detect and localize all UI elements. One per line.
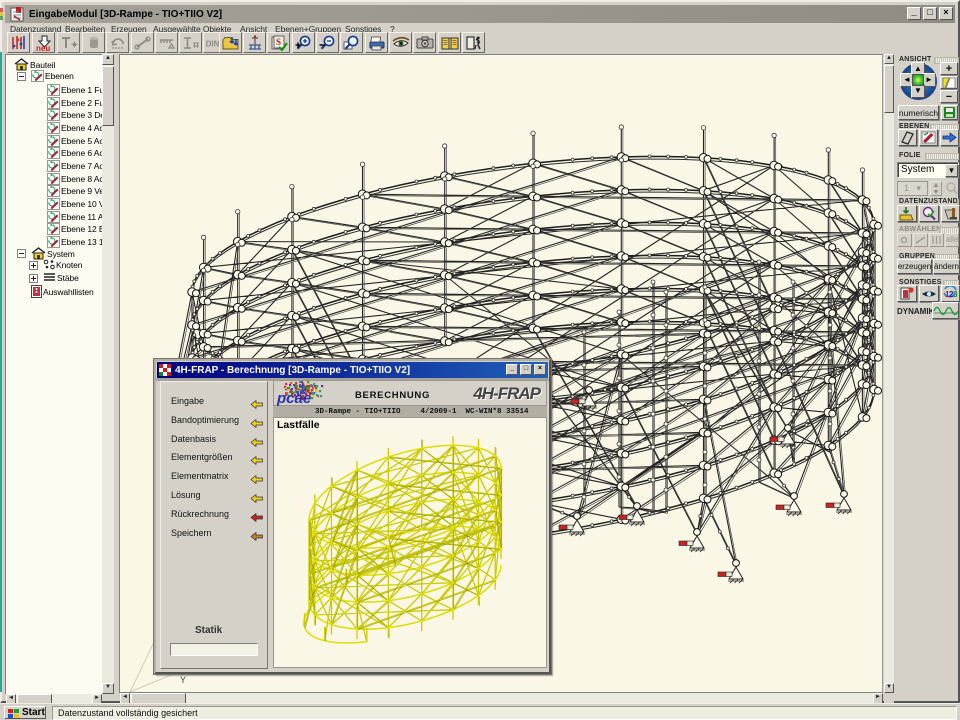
svg-text:neu: neu (36, 44, 50, 52)
svg-text:DIN: DIN (206, 39, 220, 48)
svg-text:S: S (276, 37, 281, 47)
svg-text:pcae: pcae (276, 390, 311, 407)
svg-text:3: 3 (953, 290, 958, 299)
svg-text:Y: Y (180, 675, 186, 685)
